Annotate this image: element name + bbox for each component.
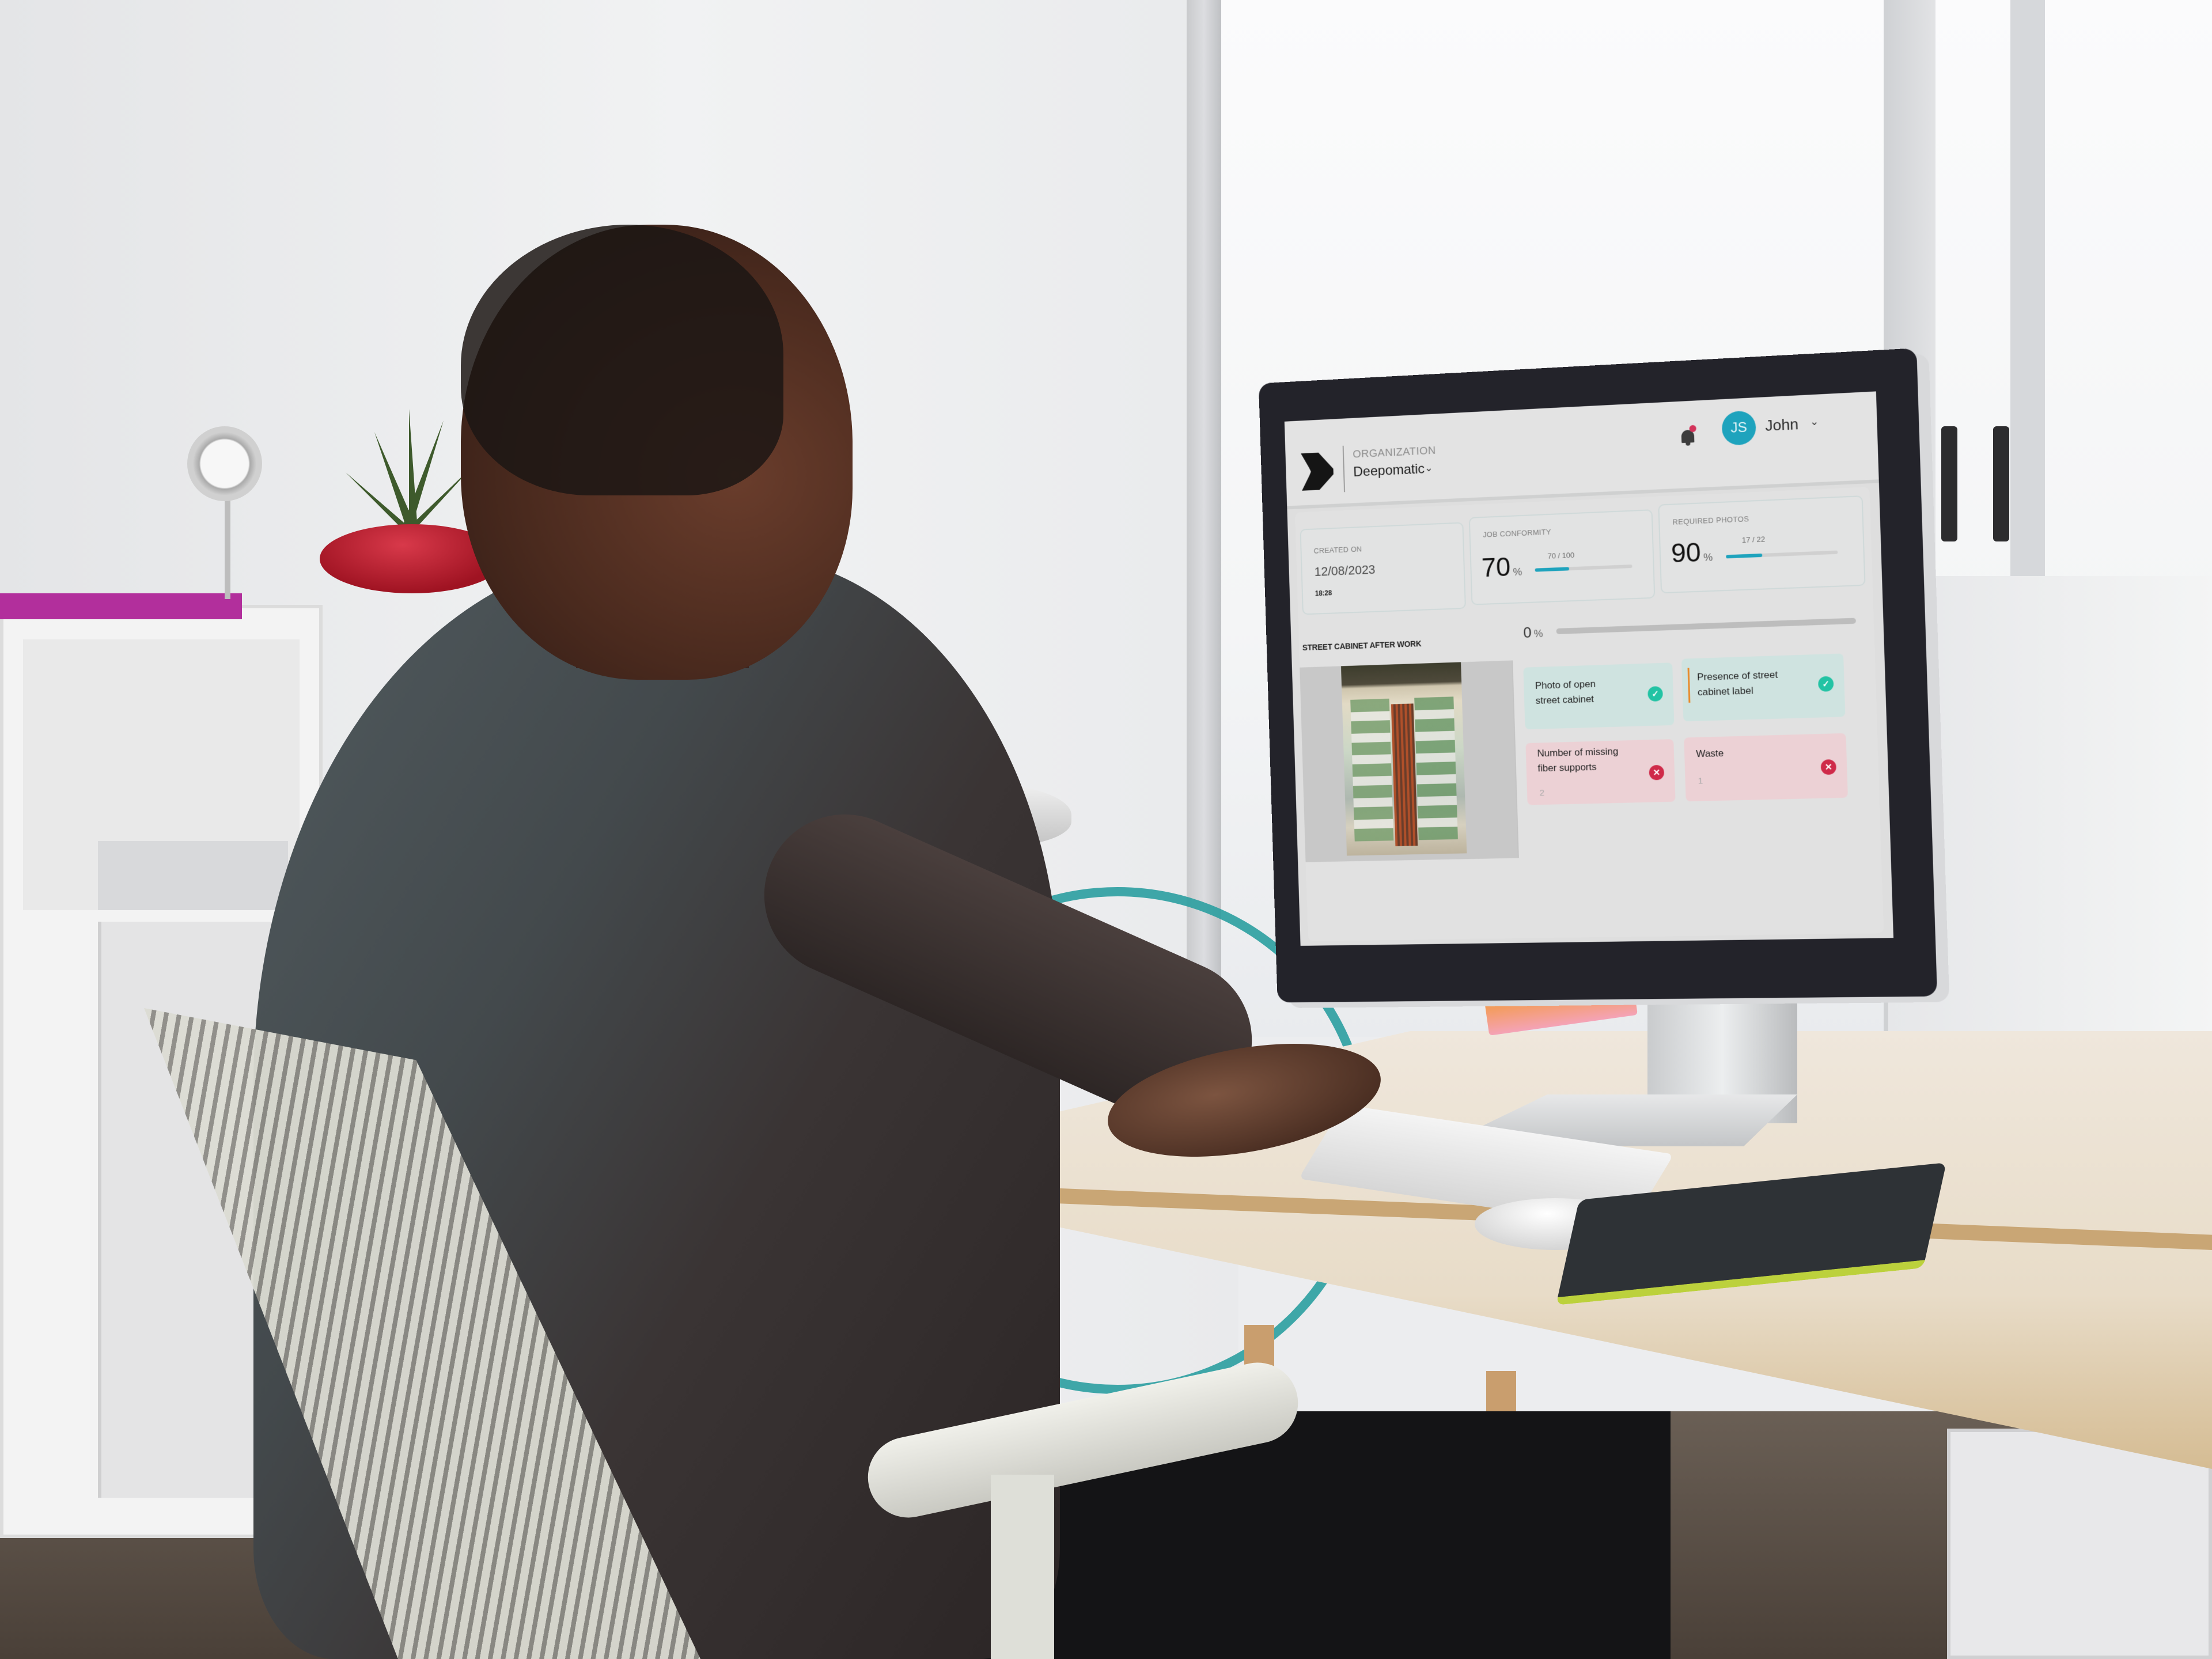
close-icon: ✕ [1649,764,1665,781]
shelf-drawer [98,841,288,910]
job-conformity-value: 70% [1481,551,1522,583]
job-conformity-progress [1535,564,1633,572]
check-title: Presence of street cabinet label [1696,669,1778,698]
chevron-down-icon[interactable]: ⌄ [1425,462,1433,474]
check-icon: ✓ [1817,676,1834,692]
required-photos-value: 90% [1671,536,1713,569]
selected-indicator [1687,668,1691,703]
close-icon: ✕ [1820,759,1837,775]
job-conformity-progress-fill [1535,567,1569,572]
check-value: 1 [1698,776,1703,786]
notification-badge [1689,425,1696,433]
header-divider [1342,445,1346,493]
required-photos-number: 90 [1671,536,1702,569]
bell-icon[interactable] [1680,425,1696,446]
book [0,593,242,619]
check-card[interactable]: Presence of street cabinet label ✓ [1681,653,1846,722]
monitor: ORGANIZATION Deepomatic ⌄ JS John ⌄ CREA… [1258,348,1938,1003]
section-progress-value: 0% [1523,623,1543,642]
required-photos-card: REQUIRED PHOTOS 90% 17 / 22 [1658,495,1866,594]
section-progress-bar [1556,618,1857,634]
section-title: STREET CABINET AFTER WORK [1302,639,1422,653]
check-icon: ✓ [1647,686,1664,702]
job-conformity-fraction: 70 / 100 [1547,550,1575,560]
window-frame [2010,0,2045,605]
bell-icon-clapper [1685,442,1691,446]
created-on-label: CREATED ON [1313,544,1362,555]
job-conformity-number: 70 [1481,551,1512,583]
deepomatic-logo-icon[interactable] [1301,452,1334,491]
check-card[interactable]: Photo of open street cabinet ✓ [1523,662,1675,730]
required-photos-label: REQUIRED PHOTOS [1672,514,1749,527]
check-title: Waste [1696,747,1724,760]
required-photos-progress [1726,550,1838,559]
chair-armrest-post [991,1475,1054,1659]
percent-sign: % [1703,551,1713,564]
clock [187,426,262,501]
check-title: Number of missing fiber supports [1537,745,1619,774]
created-on-time: 18:28 [1315,589,1332,598]
check-card[interactable]: Number of missing fiber supports 2 ✕ [1525,739,1676,805]
door-handle [1993,426,2009,541]
organization-selector[interactable]: Deepomatic [1353,461,1425,480]
check-value: 2 [1539,788,1545,798]
door-handle [1941,426,1957,541]
percent-sign: % [1513,566,1522,578]
filing-cabinet-drawer [1947,1429,2212,1659]
created-on-card: CREATED ON 12/08/2023 18:28 [1300,522,1466,615]
photo-detail [1391,703,1418,847]
monitor-screen: ORGANIZATION Deepomatic ⌄ JS John ⌄ CREA… [1284,391,1894,946]
required-photos-fraction: 17 / 22 [1741,535,1766,545]
check-card[interactable]: Waste 1 ✕ [1684,733,1848,802]
percent-sign: % [1533,627,1543,640]
photo-viewer[interactable] [1300,660,1519,862]
photo-detail [1414,696,1458,840]
job-conformity-label: JOB CONFORMITY [1482,527,1551,539]
job-conformity-card: JOB CONFORMITY 70% 70 / 100 [1468,509,1656,605]
plant [346,409,472,536]
created-on-date: 12/08/2023 [1314,562,1376,579]
clock-stand [225,484,230,599]
check-title: Photo of open street cabinet [1535,678,1596,706]
user-menu[interactable]: John [1765,415,1799,435]
required-photos-progress-fill [1726,553,1762,559]
photo-detail [1350,698,1394,842]
section-progress-number: 0 [1522,623,1532,641]
job-detail-panel: CREATED ON 12/08/2023 18:28 JOB CONFORMI… [1294,487,1884,941]
chevron-down-icon[interactable]: ⌄ [1810,415,1819,428]
organization-label: ORGANIZATION [1353,444,1437,461]
avatar[interactable]: JS [1721,410,1757,446]
street-cabinet-photo[interactable] [1340,662,1467,856]
